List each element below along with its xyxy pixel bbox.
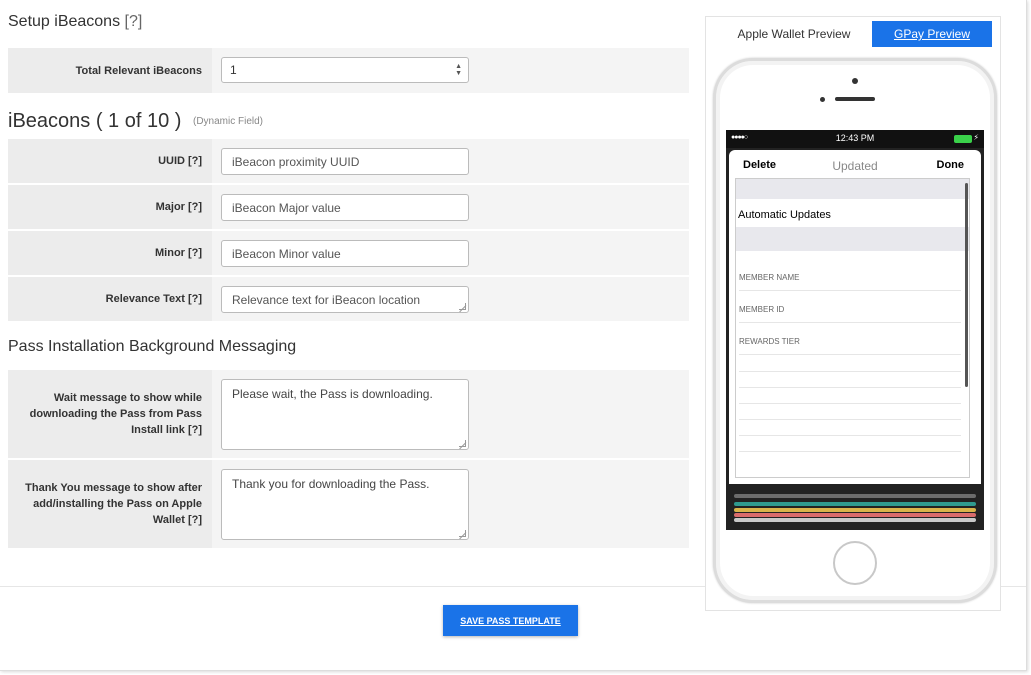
relevance-help-link[interactable]: [?] (188, 291, 202, 307)
wait-help-link[interactable]: [?] (188, 424, 202, 436)
pass-card-strip (734, 518, 976, 522)
relevance-textarea[interactable]: Relevance text for iBeacon location (221, 286, 469, 313)
pass-back-sheet: Updated Delete Done Automatic Updates ME… (729, 150, 981, 484)
major-label: Major [?] (8, 185, 212, 229)
total-beacons-value: 1 (230, 63, 237, 77)
pass-field-label: MEMBER ID (739, 291, 961, 323)
sensor-icon (820, 97, 825, 102)
section-band (736, 227, 969, 251)
section-band (736, 179, 969, 199)
messaging-heading: Pass Installation Background Messaging (8, 338, 296, 356)
major-row: Major [?] iBeacon Major value (8, 185, 689, 229)
pass-card-strip (734, 513, 976, 517)
major-help-link[interactable]: [?] (188, 199, 202, 215)
thanks-message-label: Thank You message to show after add/inst… (8, 460, 212, 548)
total-beacons-row: Total Relevant iBeacons 1 ▲ ▼ (8, 48, 689, 93)
messaging-title: Pass Installation Background Messaging (8, 338, 297, 355)
wait-message-label: Wait message to show while downloading t… (8, 370, 212, 458)
home-button (833, 541, 877, 585)
total-beacons-select[interactable]: 1 ▲ ▼ (221, 57, 469, 83)
list-divider (739, 419, 961, 420)
battery-icon (954, 135, 972, 143)
setup-ibeacons-title: Setup iBeacons (8, 13, 121, 30)
thanks-help-link[interactable]: [?] (188, 514, 202, 526)
minor-row: Minor [?] iBeacon Minor value (8, 231, 689, 275)
stacked-passes (726, 486, 984, 530)
status-time: 12:43 PM (835, 133, 875, 143)
delete-button[interactable]: Delete (743, 159, 776, 171)
resize-handle-icon[interactable] (459, 303, 466, 310)
phone-screen: ●●●●○ 12:43 PM ⚡ Updated Delete Done Aut… (726, 130, 984, 530)
done-button[interactable]: Done (937, 159, 965, 171)
pass-field-label: MEMBER NAME (739, 259, 961, 291)
uuid-row: UUID [?] iBeacon proximity UUID (8, 139, 689, 183)
relevance-row: Relevance Text [?] Relevance text for iBe… (8, 277, 689, 321)
thanks-message-textarea[interactable]: Thank you for downloading the Pass. (221, 469, 469, 540)
uuid-input[interactable]: iBeacon proximity UUID (221, 148, 469, 175)
minor-label: Minor [?] (8, 231, 212, 275)
pass-field-label: REWARDS TIER (739, 323, 961, 355)
pass-card-strip (734, 502, 976, 506)
speaker-icon (835, 97, 875, 101)
setup-ibeacons-heading: Setup iBeacons [?] (8, 13, 142, 31)
resize-handle-icon[interactable] (459, 440, 466, 447)
list-divider (739, 371, 961, 372)
pass-nav-bar: Updated Delete Done (729, 150, 981, 176)
relevance-label: Relevance Text [?] (8, 277, 212, 321)
status-bar: ●●●●○ 12:43 PM ⚡ (726, 130, 984, 148)
uuid-help-link[interactable]: [?] (188, 153, 202, 169)
list-divider (739, 435, 961, 436)
total-beacons-label: Total Relevant iBeacons (8, 48, 212, 93)
pass-details: Automatic Updates MEMBER NAME MEMBER ID … (735, 178, 970, 478)
list-divider (739, 403, 961, 404)
tab-gpay-preview[interactable]: GPay Preview (872, 21, 992, 47)
ibeacons-title: iBeacons ( 1 of 10 ) (8, 110, 182, 132)
save-pass-template-button[interactable]: SAVE PASS TEMPLATE (443, 605, 578, 636)
scrollbar[interactable] (965, 183, 968, 387)
minor-input[interactable]: iBeacon Minor value (221, 240, 469, 267)
tab-apple-wallet-preview[interactable]: Apple Wallet Preview (716, 21, 872, 47)
camera-icon (852, 78, 858, 84)
thanks-message-row: Thank You message to show after add/inst… (8, 460, 689, 548)
list-divider (739, 387, 961, 388)
pass-card-strip (734, 494, 976, 498)
charging-icon: ⚡ (973, 133, 979, 142)
setup-help-link[interactable]: [?] (125, 13, 143, 30)
wait-message-textarea[interactable]: Please wait, the Pass is downloading. (221, 379, 469, 450)
uuid-label: UUID [?] (8, 139, 212, 183)
major-input[interactable]: iBeacon Major value (221, 194, 469, 221)
pass-card-strip (734, 508, 976, 512)
resize-handle-icon[interactable] (459, 530, 466, 537)
minor-help-link[interactable]: [?] (188, 245, 202, 261)
dynamic-field-note: (Dynamic Field) (193, 116, 264, 128)
ibeacons-heading: iBeacons ( 1 of 10 ) (Dynamic Field) (8, 110, 263, 133)
select-arrows-icon: ▲ ▼ (455, 63, 462, 77)
automatic-updates-toggle-label[interactable]: Automatic Updates (738, 209, 831, 221)
list-divider (739, 451, 961, 452)
wait-message-row: Wait message to show while downloading t… (8, 370, 689, 458)
